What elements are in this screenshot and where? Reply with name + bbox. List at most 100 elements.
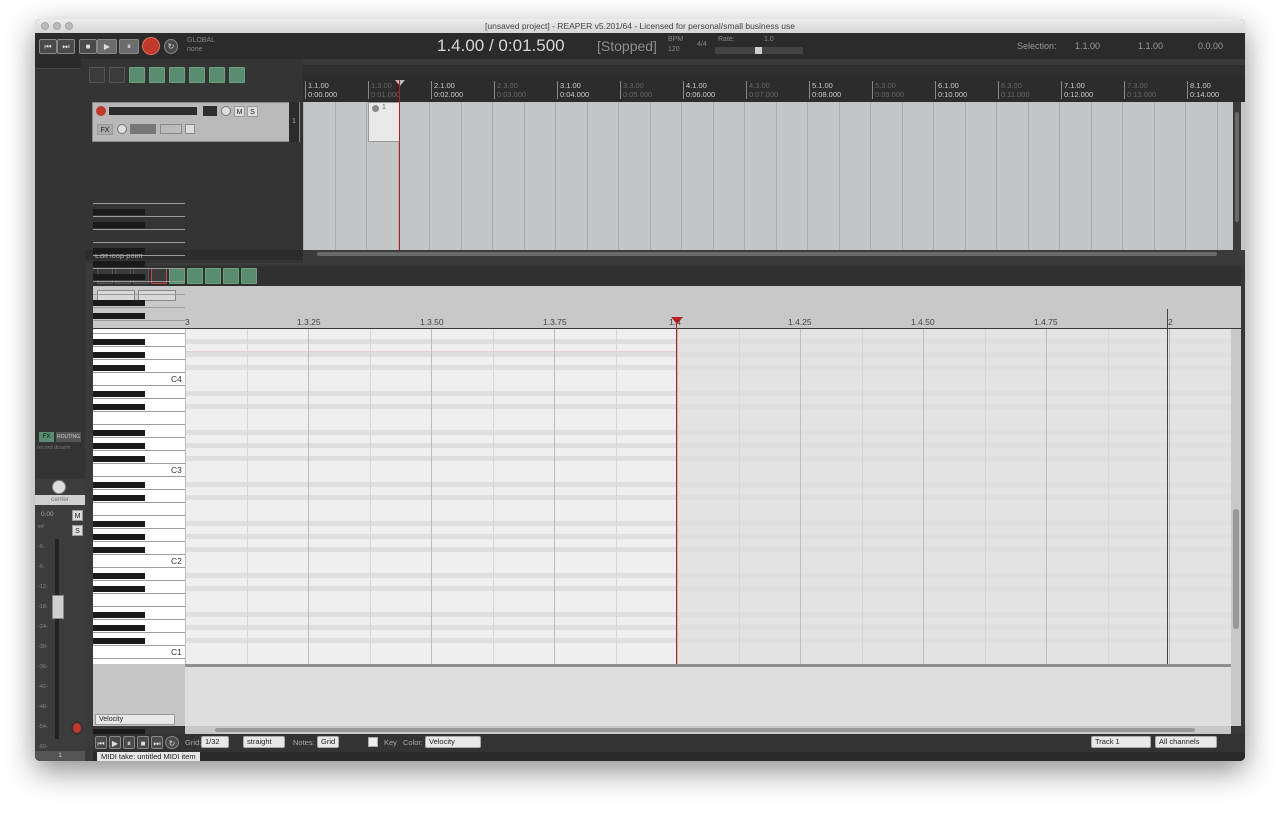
- grid-icon[interactable]: [209, 67, 225, 83]
- black-key[interactable]: [93, 391, 145, 397]
- track-fx-button[interactable]: FX: [97, 124, 113, 135]
- stop-button[interactable]: ■: [79, 39, 97, 54]
- black-key[interactable]: [93, 612, 145, 618]
- repeat-toggle-button[interactable]: ↻: [164, 39, 178, 54]
- minimize-window-button[interactable]: [53, 22, 61, 30]
- black-key[interactable]: [93, 222, 145, 228]
- time-signature[interactable]: 4/4: [697, 41, 707, 48]
- midi-stop-button[interactable]: ■: [137, 736, 149, 749]
- black-key[interactable]: [93, 625, 145, 631]
- selection-start[interactable]: 1.1.00: [1075, 41, 1100, 51]
- loop-icon[interactable]: [229, 67, 245, 83]
- automation-icon[interactable]: [189, 67, 205, 83]
- record-disarm-label[interactable]: record disarm: [37, 445, 71, 451]
- piano-roll-keyboard[interactable]: C4 C3 C2 C1: [93, 203, 185, 737]
- position-display[interactable]: 1.4.00 / 0:01.500: [437, 36, 565, 56]
- black-key[interactable]: [93, 482, 145, 488]
- selection-length[interactable]: 0.0.00: [1198, 41, 1223, 51]
- grid-select[interactable]: 1/32: [201, 736, 229, 748]
- rate-slider-handle[interactable]: [755, 47, 762, 54]
- arrange-ruler[interactable]: 1.1.00 0:00.000 1.3.00 0:01.000 2.1.00 0:02.0…: [303, 76, 1245, 102]
- black-key[interactable]: [93, 521, 145, 527]
- midi-go-end-button[interactable]: ⏭: [151, 736, 163, 749]
- midi-repeat-button[interactable]: ↻: [165, 736, 179, 749]
- black-key[interactable]: [93, 404, 145, 410]
- channel-select[interactable]: All channels: [1155, 736, 1217, 748]
- black-key[interactable]: [93, 209, 145, 215]
- midi-item[interactable]: 1: [368, 102, 400, 142]
- master-record-icon[interactable]: [71, 721, 83, 735]
- global-automation-value[interactable]: none: [187, 46, 203, 53]
- black-key[interactable]: [93, 248, 145, 254]
- record-arm-button[interactable]: [96, 106, 106, 116]
- black-key[interactable]: [93, 534, 145, 540]
- volume-fader-track[interactable]: [55, 539, 59, 739]
- cc-lane[interactable]: [185, 664, 1231, 726]
- mixer-mute-button[interactable]: M: [72, 510, 83, 521]
- black-key[interactable]: [93, 495, 145, 501]
- black-key[interactable]: [93, 313, 145, 319]
- envelope-button[interactable]: [130, 124, 156, 134]
- piano-roll-grid[interactable]: [185, 329, 1231, 664]
- mixer-fx-button[interactable]: FX: [39, 432, 54, 442]
- volume-fader-handle[interactable]: [52, 595, 64, 619]
- volume-knob[interactable]: [221, 106, 231, 116]
- velocity-icon[interactable]: [187, 268, 203, 284]
- new-project-icon[interactable]: [89, 67, 105, 83]
- docker-tab[interactable]: [35, 59, 81, 69]
- bpm-value[interactable]: 120: [668, 46, 680, 53]
- arrange-v-scrollbar[interactable]: [1233, 102, 1241, 250]
- selection-end[interactable]: 1.1.00: [1138, 41, 1163, 51]
- black-key[interactable]: [93, 300, 145, 306]
- track-mute-button[interactable]: M: [234, 106, 245, 117]
- midi-pause-button[interactable]: ⏸: [123, 736, 135, 749]
- midi-v-scrollbar[interactable]: [1231, 329, 1241, 726]
- color-select[interactable]: Velocity: [425, 736, 481, 748]
- midi-h-scroll-thumb[interactable]: [215, 728, 1195, 732]
- ripple-edit-icon[interactable]: [129, 67, 145, 83]
- arrange-h-scroll-thumb[interactable]: [317, 252, 1217, 256]
- black-key[interactable]: [93, 638, 145, 644]
- black-key[interactable]: [93, 339, 145, 345]
- track-header[interactable]: M S FX: [92, 102, 300, 142]
- notes-select[interactable]: Grid: [317, 736, 339, 748]
- swing-select[interactable]: straight: [243, 736, 285, 748]
- key-checkbox[interactable]: [368, 737, 378, 747]
- track-name-field[interactable]: [109, 107, 197, 115]
- go-to-start-button[interactable]: ⏮: [39, 39, 57, 54]
- play-button[interactable]: ▶: [97, 39, 117, 54]
- black-key[interactable]: [93, 365, 145, 371]
- rate-slider[interactable]: [715, 47, 803, 54]
- input-select[interactable]: [160, 124, 182, 134]
- mixer-routing-button[interactable]: ROUTING: [56, 432, 81, 442]
- midi-play-button[interactable]: ▶: [109, 736, 121, 749]
- track-solo-button[interactable]: S: [247, 106, 258, 117]
- pan-knob[interactable]: [52, 480, 66, 494]
- black-key[interactable]: [93, 547, 145, 553]
- black-key[interactable]: [93, 274, 145, 280]
- monitor-icon[interactable]: [185, 124, 195, 134]
- arrange-h-scrollbar[interactable]: [303, 250, 1245, 258]
- pause-button[interactable]: ⏸: [119, 39, 139, 54]
- loop-point-marker[interactable]: [395, 80, 405, 86]
- close-window-button[interactable]: [41, 22, 49, 30]
- cc-lane-select[interactable]: Velocity: [95, 714, 175, 725]
- loop-icon[interactable]: [223, 268, 239, 284]
- grid-icon[interactable]: [205, 268, 221, 284]
- playhead-marker[interactable]: [671, 317, 683, 324]
- envelope-edit-icon[interactable]: [149, 67, 165, 83]
- arrange-v-scroll-thumb[interactable]: [1235, 112, 1239, 222]
- midi-go-start-button[interactable]: ⏮: [95, 736, 107, 749]
- metronome-icon[interactable]: [109, 67, 125, 83]
- black-key[interactable]: [93, 261, 145, 267]
- black-key[interactable]: [93, 430, 145, 436]
- snap-icon[interactable]: [169, 67, 185, 83]
- black-key[interactable]: [93, 573, 145, 579]
- record-button[interactable]: [142, 37, 160, 55]
- black-key[interactable]: [93, 443, 145, 449]
- black-key[interactable]: [93, 456, 145, 462]
- chase-icon[interactable]: [241, 268, 257, 284]
- midi-h-scrollbar[interactable]: [185, 726, 1231, 734]
- arrange-view[interactable]: [303, 102, 1245, 250]
- black-key[interactable]: [93, 586, 145, 592]
